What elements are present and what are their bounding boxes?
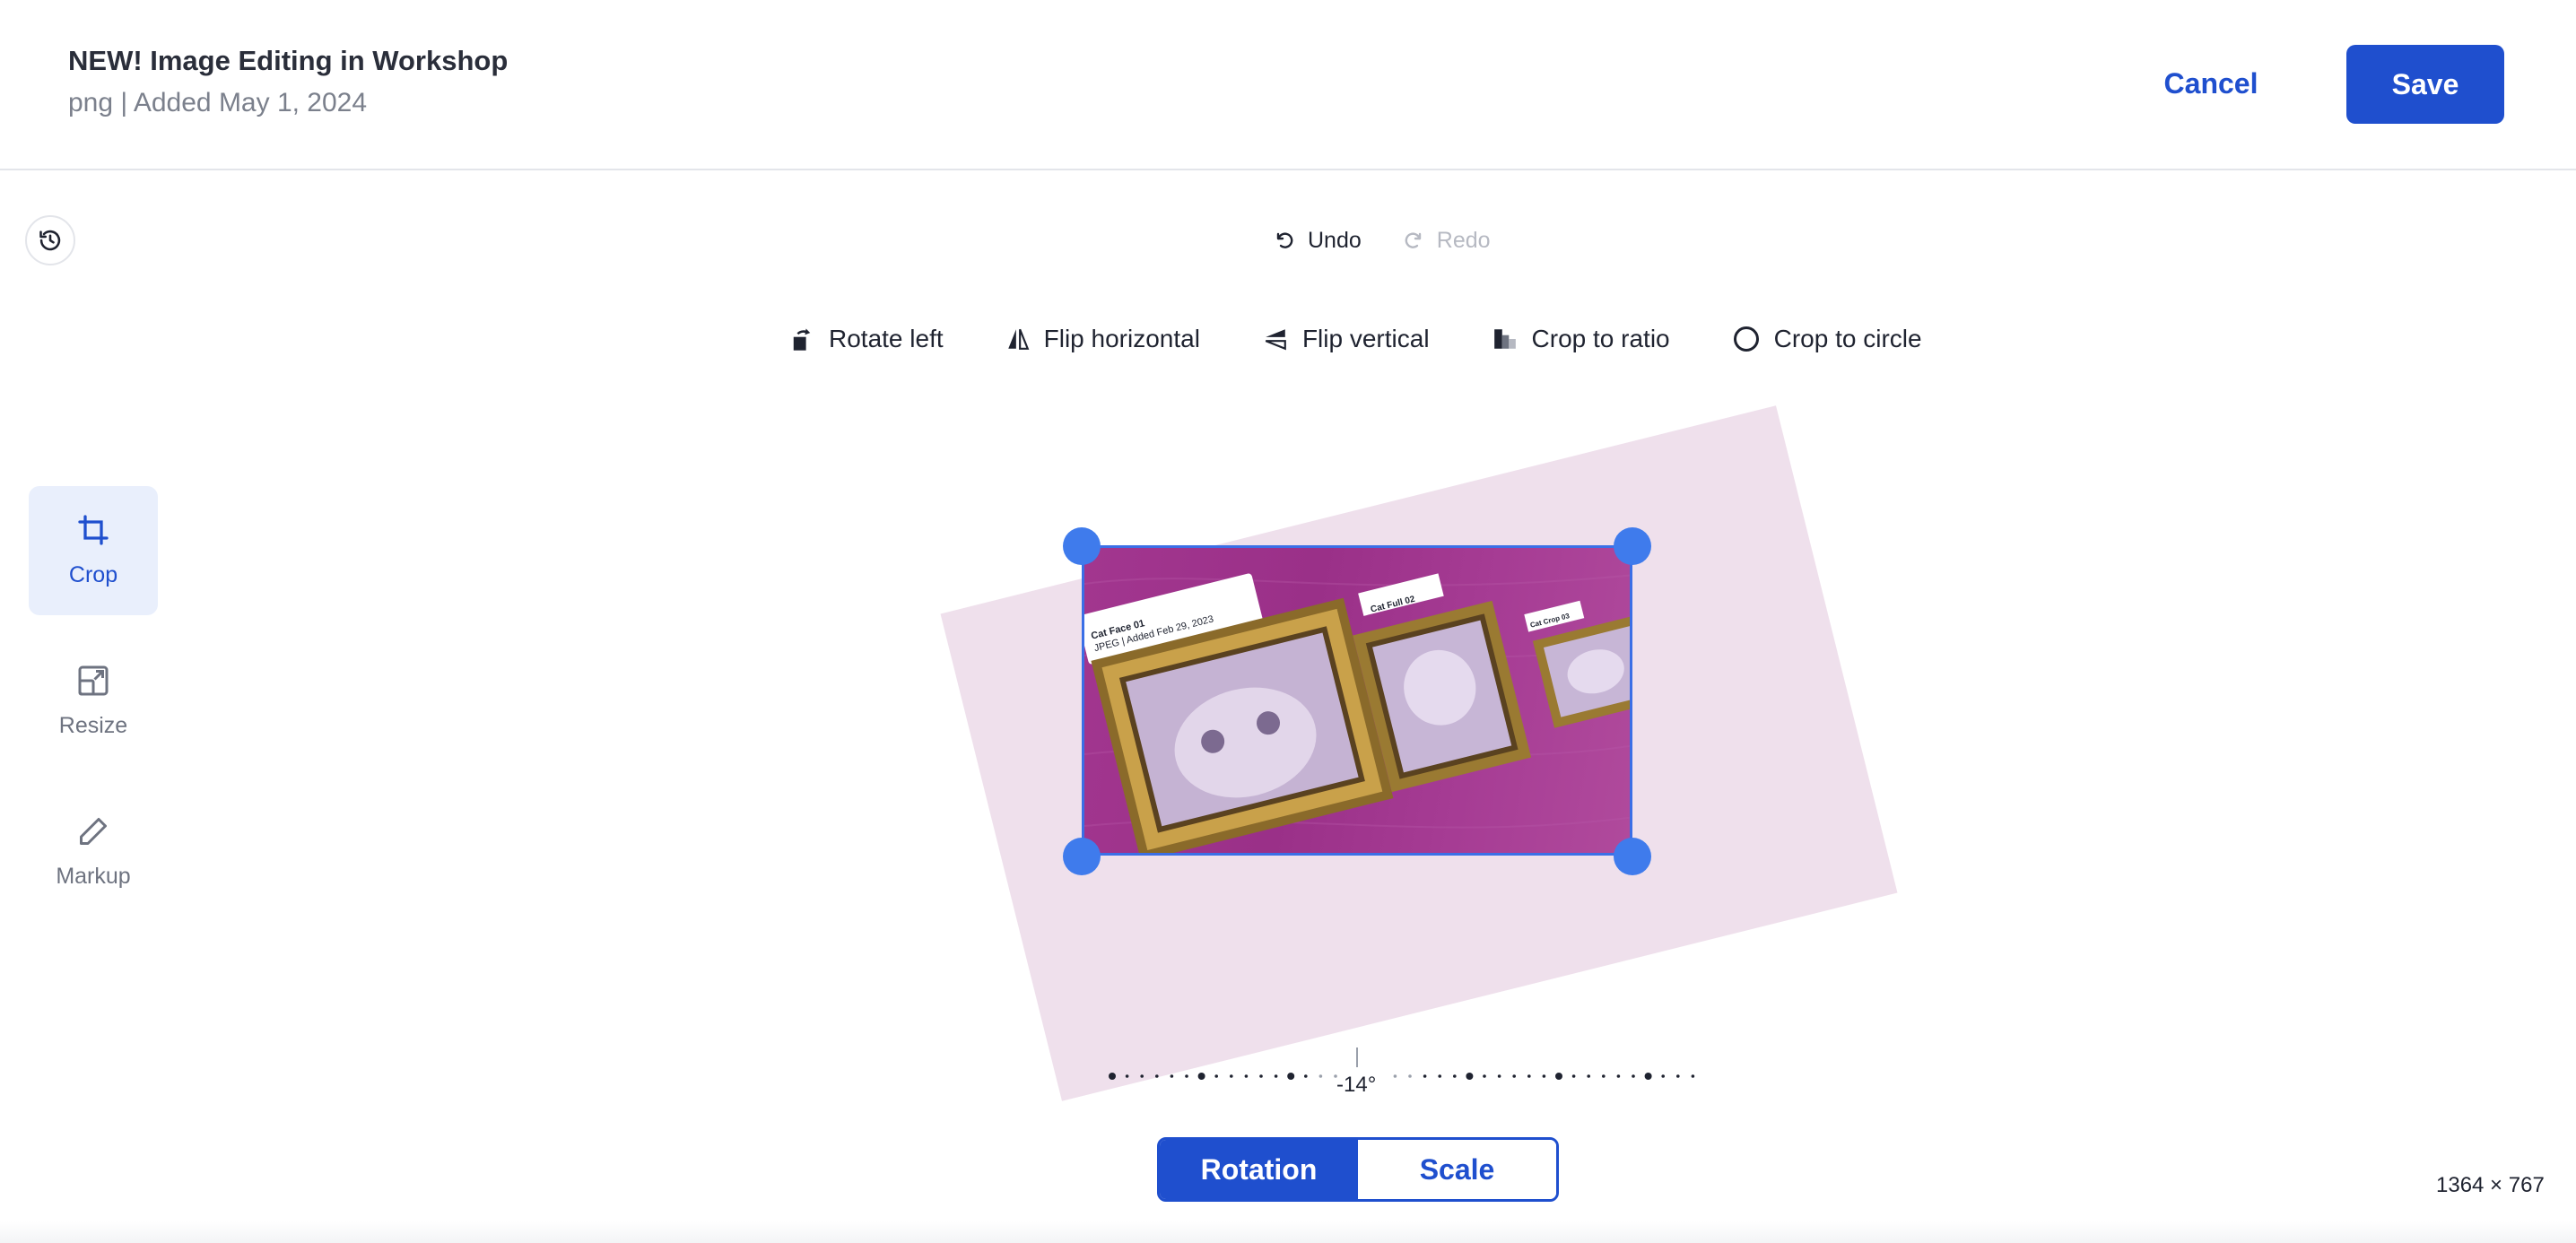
dial-tick xyxy=(1318,1074,1323,1078)
save-button[interactable]: Save xyxy=(2346,45,2504,124)
dial-tick xyxy=(1512,1074,1516,1078)
crop-to-ratio-label: Crop to ratio xyxy=(1531,325,1670,352)
resize-icon xyxy=(78,665,109,695)
dial-tick xyxy=(1393,1074,1397,1078)
crop-selection[interactable]: Cat Face 01 JPEG | Added Feb 29, 2023 Ca… xyxy=(1082,545,1632,856)
dial-tick xyxy=(1244,1074,1249,1078)
sidebar-item-markup[interactable]: Markup xyxy=(29,787,158,917)
dial-tick xyxy=(1109,1073,1116,1080)
flip-horizontal-button[interactable]: Flip horizontal xyxy=(1006,325,1200,353)
redo-button[interactable]: Redo xyxy=(1403,228,1491,254)
dial-tick xyxy=(1483,1074,1486,1078)
image-dimensions: 1364 × 767 xyxy=(2436,1173,2545,1197)
crop-handle-top-left[interactable] xyxy=(1063,527,1101,565)
crop-ratio-icon xyxy=(1493,329,1516,349)
dial-tick xyxy=(1214,1074,1218,1078)
dial-tick xyxy=(1304,1074,1308,1078)
sidebar-item-label: Resize xyxy=(58,712,128,738)
dial-tick xyxy=(1155,1074,1159,1078)
flip-vertical-icon xyxy=(1265,329,1286,351)
page-title: NEW! Image Editing in Workshop xyxy=(68,45,509,76)
dial-tick xyxy=(1644,1073,1652,1080)
flip-horizontal-label: Flip horizontal xyxy=(1043,325,1200,352)
dial-tick xyxy=(1571,1074,1576,1078)
dial-tick xyxy=(1602,1074,1606,1078)
bottom-edge xyxy=(0,1221,2576,1243)
flip-horizontal-icon xyxy=(1007,328,1030,350)
dial-tick xyxy=(1453,1074,1457,1078)
dial-tick xyxy=(1527,1074,1531,1078)
dial-tick xyxy=(1140,1074,1144,1078)
crop-handle-top-right[interactable] xyxy=(1614,527,1651,565)
dial-tick xyxy=(1555,1073,1562,1080)
dial-tick xyxy=(1274,1074,1278,1078)
rotation-dial[interactable] xyxy=(1103,1044,1695,1089)
cancel-button[interactable]: Cancel xyxy=(2135,45,2287,122)
redo-label: Redo xyxy=(1436,227,1491,253)
history-icon xyxy=(39,230,61,251)
dial-tick xyxy=(1197,1073,1205,1080)
undo-icon xyxy=(1276,232,1293,248)
dial-tick xyxy=(1408,1074,1412,1078)
crop-toolbar: Rotate left Flip horizontal Flip vertica… xyxy=(789,319,1922,359)
dial-tick xyxy=(1170,1074,1174,1078)
crop-to-ratio-button[interactable]: Crop to ratio xyxy=(1493,325,1670,353)
circle-icon xyxy=(1733,326,1759,352)
image-preview xyxy=(1084,573,1630,853)
editor-header: NEW! Image Editing in Workshop png | Add… xyxy=(0,0,2576,170)
dial-tick xyxy=(1466,1073,1474,1080)
dial-tick xyxy=(1230,1074,1233,1078)
undo-label: Undo xyxy=(1308,227,1362,253)
rotate-left-icon xyxy=(793,328,811,351)
redo-icon xyxy=(1405,232,1421,248)
sidebar-item-crop[interactable]: Crop xyxy=(29,486,158,615)
scale-tab[interactable]: Scale xyxy=(1358,1140,1556,1199)
dial-tick xyxy=(1691,1074,1695,1078)
rotation-tab[interactable]: Rotation xyxy=(1160,1140,1358,1199)
crop-to-circle-button[interactable]: Crop to circle xyxy=(1733,325,1922,353)
crop-handle-bottom-right[interactable] xyxy=(1614,838,1651,875)
dial-tick xyxy=(1259,1074,1263,1078)
dial-tick xyxy=(1661,1074,1665,1078)
dial-tick xyxy=(1185,1074,1188,1078)
undo-redo-bar: Undo Redo xyxy=(1274,222,1491,258)
crop-to-circle-label: Crop to circle xyxy=(1773,325,1922,352)
crop-icon xyxy=(78,514,109,545)
dial-tick xyxy=(1438,1074,1441,1078)
dial-tick xyxy=(1676,1074,1680,1078)
rotate-left-label: Rotate left xyxy=(829,325,944,352)
crop-handle-bottom-left[interactable] xyxy=(1063,838,1101,875)
dial-tick xyxy=(1542,1074,1546,1078)
flip-vertical-button[interactable]: Flip vertical xyxy=(1263,325,1430,353)
history-button[interactable] xyxy=(25,215,75,265)
dial-tick xyxy=(1287,1073,1295,1080)
dial-tick xyxy=(1616,1074,1621,1078)
dial-tick xyxy=(1125,1074,1129,1078)
dial-tick xyxy=(1632,1074,1635,1078)
dial-tick xyxy=(1423,1074,1427,1078)
mode-toggle: Rotation Scale xyxy=(1157,1137,1559,1202)
sidebar-item-label: Markup xyxy=(56,863,131,889)
flip-vertical-label: Flip vertical xyxy=(1301,325,1430,352)
dial-tick xyxy=(1497,1074,1501,1078)
dial-tick xyxy=(1587,1074,1590,1078)
file-meta: png | Added May 1, 2024 xyxy=(68,88,368,117)
undo-button[interactable]: Undo xyxy=(1274,228,1362,254)
sidebar-item-resize[interactable]: Resize xyxy=(29,637,158,766)
pencil-icon xyxy=(80,817,107,845)
rotate-left-button[interactable]: Rotate left xyxy=(789,325,944,353)
rotation-value: -14° xyxy=(1336,1073,1377,1097)
tool-sidebar: Crop Resize Markup xyxy=(29,486,158,938)
sidebar-item-label: Crop xyxy=(68,561,118,587)
